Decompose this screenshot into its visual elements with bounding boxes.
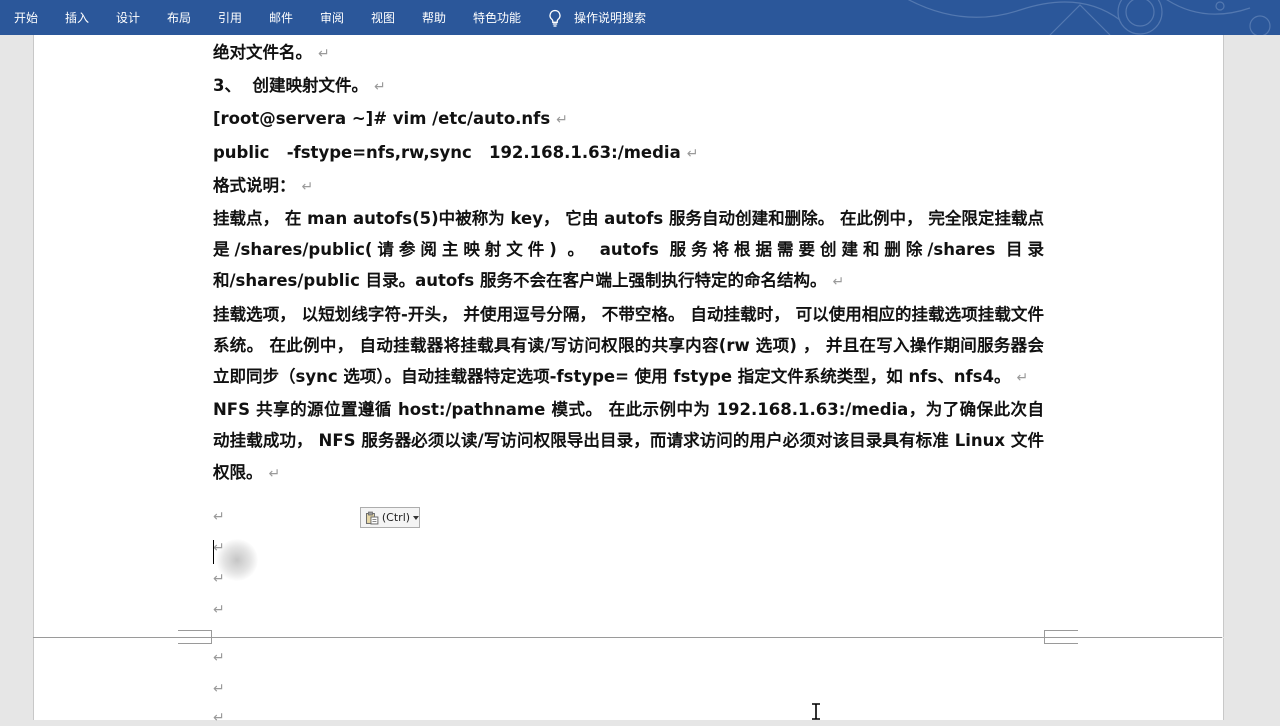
heading-number: 3、 (213, 76, 241, 96)
ribbon-tab-bar: 开始 插入 设计 布局 引用 邮件 审阅 视图 帮助 特色功能 操作说明搜索 (0, 0, 1280, 35)
doc-mapping-source: 192.168.1.63:/media (488, 142, 681, 162)
doc-text: 挂载点， 在 man autofs(5)中被称为 key， 它由 autofs … (213, 209, 1044, 291)
paragraph-mark: ↵ (268, 465, 281, 482)
cursor-highlight (216, 539, 258, 581)
doc-paragraph: NFS 共享的源位置遵循 host:/pathname 模式。 在此示例中为 1… (213, 394, 1044, 490)
paragraph-mark: ↵ (301, 178, 314, 195)
doc-subheading: 格式说明： (213, 175, 296, 195)
tab-home[interactable]: 开始 (14, 0, 38, 35)
margin-corner-mark (1044, 630, 1078, 644)
paragraph-mark: ↵ (832, 274, 845, 291)
doc-paragraph: 挂载选项， 以短划线字符-开头， 并使用逗号分隔， 不带空格。 自动挂载时， 可… (213, 299, 1044, 395)
paste-options-button[interactable]: (Ctrl) (360, 507, 420, 528)
tab-review[interactable]: 审阅 (320, 0, 344, 35)
doc-line: 绝对文件名。 ↵ (213, 37, 1044, 70)
tab-insert[interactable]: 插入 (65, 0, 89, 35)
paragraph-mark: ↵ (1016, 370, 1029, 387)
text-cursor (213, 540, 214, 564)
document-page-next[interactable] (33, 638, 1224, 720)
paragraph-mark: ↵ (686, 145, 699, 162)
paragraph-mark: ↵ (318, 46, 330, 62)
tab-design[interactable]: 设计 (116, 0, 140, 35)
paragraph-mark: ↵ (213, 602, 225, 618)
doc-command: [root@servera ~]# vim /etc/auto.nfs (213, 109, 551, 129)
doc-heading: 3、 创建映射文件。 ↵ (213, 70, 1044, 103)
doc-mapping-options: -fstype=nfs,rw,sync (286, 142, 472, 162)
margin-corner-mark (178, 630, 212, 644)
paragraph-mark: ↵ (556, 112, 568, 129)
paragraph-mark: ↵ (213, 650, 225, 666)
doc-mapping-key: public (213, 142, 270, 162)
tell-me-search[interactable]: 操作说明搜索 (548, 0, 646, 35)
doc-text: 挂载选项， 以短划线字符-开头， 并使用逗号分隔， 不带空格。 自动挂载时， 可… (213, 304, 1044, 387)
tab-mailings[interactable]: 邮件 (269, 0, 293, 35)
tab-special-features[interactable]: 特色功能 (473, 0, 521, 35)
doc-text: 绝对文件名。 (213, 43, 312, 62)
doc-paragraph: 挂载点， 在 man autofs(5)中被称为 key， 它由 autofs … (213, 203, 1044, 299)
chevron-down-icon (413, 515, 419, 520)
ibeam-pointer-icon (812, 703, 820, 720)
doc-line: public -fstype=nfs,rw,sync 192.168.1.63:… (213, 137, 1044, 170)
lightbulb-icon (549, 9, 561, 27)
doc-text: 创建映射文件。 (252, 76, 368, 96)
paragraph-mark: ↵ (213, 509, 225, 525)
paragraph-mark: ↵ (373, 79, 386, 96)
tab-help[interactable]: 帮助 (422, 0, 446, 35)
tab-view[interactable]: 视图 (371, 0, 395, 35)
paste-options-label: (Ctrl) (381, 511, 411, 524)
doc-line: [root@servera ~]# vim /etc/auto.nfs ↵ (213, 103, 1044, 136)
tab-references[interactable]: 引用 (218, 0, 242, 35)
ribbon-decoration (907, 0, 1271, 35)
doc-text: NFS 共享的源位置遵循 host:/pathname 模式。 在此示例中为 1… (213, 400, 1044, 482)
document-body[interactable]: 绝对文件名。 ↵ 3、 创建映射文件。 ↵ [root@servera ~]# vi… (213, 37, 1044, 490)
paragraph-mark: ↵ (213, 710, 225, 726)
tab-layout[interactable]: 布局 (167, 0, 191, 35)
clipboard-icon (365, 511, 379, 524)
tell-me-label: 操作说明搜索 (574, 11, 647, 25)
doc-line: 格式说明： ↵ (213, 170, 1044, 203)
paragraph-mark: ↵ (213, 681, 225, 697)
